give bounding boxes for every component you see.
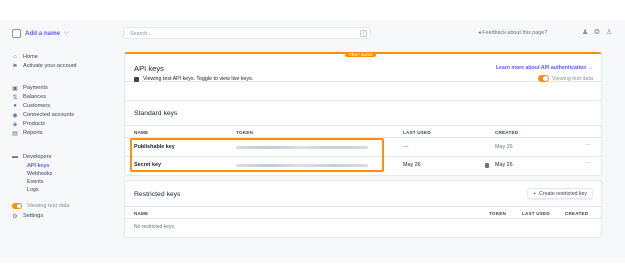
column-header-name: NAME [134, 130, 149, 135]
search-shortcut-key: / [360, 30, 367, 37]
customers-icon: ● [13, 103, 17, 109]
divider [125, 125, 601, 126]
connected-accounts-icon: ◉ [12, 112, 18, 119]
create-restricted-key-button[interactable]: + Create restricted key [527, 188, 593, 199]
last-used-value: — [403, 144, 409, 150]
home-icon: ⌂ [13, 54, 17, 60]
sidebar-item-label: Activate your account [23, 63, 77, 69]
toggle-switch-icon [538, 75, 550, 82]
help-icon[interactable]: ❂ [594, 28, 600, 36]
sidebar-item-balances[interactable]: ⇅ Balances [12, 93, 46, 101]
column-header-last-used: LAST USED [522, 211, 550, 216]
sidebar-item-payments[interactable]: ▣ Payments [12, 84, 48, 92]
more-options-icon[interactable]: ··· [585, 142, 591, 148]
payments-icon: ▣ [12, 85, 18, 92]
account-logo-icon [12, 28, 21, 38]
lock-icon [485, 163, 489, 168]
sidebar-item-connected-accounts[interactable]: ◉ Connected accounts [12, 111, 74, 119]
sidebar-item-label: Balances [23, 94, 47, 100]
sidebar-subitem-logs[interactable]: Logs [27, 187, 39, 193]
sidebar: Add a name ⌵ ⌂ Home ⚑ Activate your acco… [0, 20, 116, 263]
page-title: API keys [134, 64, 164, 73]
sidebar-subitem-webhooks[interactable]: Webhooks [27, 171, 52, 177]
viewing-test-data-toggle[interactable]: Viewing test data [538, 75, 593, 82]
learn-more-link[interactable]: Learn more about API authentication → [496, 65, 593, 71]
chevron-down-icon: ⌵ [64, 29, 69, 36]
feedback-label: Feedback about this page? [482, 30, 548, 36]
divider [125, 206, 601, 207]
column-header-token: TOKEN [489, 211, 506, 216]
sidebar-test-data-toggle[interactable]: Viewing test data [12, 202, 70, 210]
sidebar-item-settings[interactable]: ⚙ Settings [12, 212, 43, 220]
sidebar-item-label: Customers [23, 103, 51, 109]
section-title: Standard keys [134, 110, 178, 117]
created-value: May 26 [495, 162, 513, 168]
last-used-value: May 26 [403, 162, 421, 168]
reports-icon: ▤ [12, 130, 18, 137]
balances-icon: ⇅ [12, 94, 18, 101]
sidebar-item-customers[interactable]: ● Customers [12, 102, 50, 110]
info-icon [134, 76, 139, 82]
sidebar-item-home[interactable]: ⌂ Home [12, 53, 38, 61]
dashboard: Add a name ⌵ ⌂ Home ⚑ Activate your acco… [0, 20, 625, 263]
toggle-label: Viewing test data [552, 75, 593, 82]
sidebar-item-products[interactable]: ◈ Products [12, 120, 45, 128]
sidebar-item-label: Developers [23, 154, 52, 160]
created-value: May 26 [495, 144, 513, 150]
feedback-link[interactable]: ◂ Feedback about this page? [478, 30, 547, 36]
activate-icon: ⚑ [12, 63, 18, 70]
test-keys-notice: Viewing test API keys. Toggle to view li… [134, 76, 253, 82]
column-header-name: NAME [134, 211, 149, 216]
restricted-keys-card: Restricted keys + Create restricted key … [124, 180, 602, 238]
sidebar-item-developers[interactable]: ▬ Developers [12, 153, 51, 161]
sidebar-item-label: Home [23, 54, 38, 60]
sidebar-item-label: Connected accounts [23, 112, 74, 118]
search-input[interactable]: Search... / [123, 27, 371, 39]
gear-icon: ⚙ [12, 213, 18, 220]
notice-text: Viewing test API keys. Toggle to view li… [143, 76, 254, 82]
account-name: Add a name [25, 29, 61, 37]
sidebar-subitem-events[interactable]: Events [27, 179, 43, 185]
button-label: Create restricted key [539, 190, 587, 197]
products-icon: ◈ [12, 121, 18, 128]
search-placeholder: Search... [130, 30, 152, 37]
column-header-token: TOKEN [236, 130, 253, 135]
more-options-icon[interactable]: ··· [585, 160, 591, 166]
sidebar-item-label: Viewing test data [27, 203, 70, 209]
keys-highlight-box [130, 138, 384, 172]
sidebar-item-activate[interactable]: ⚑ Activate your account [12, 62, 76, 70]
plus-icon: + [533, 190, 537, 197]
column-header-created: CREATED [565, 211, 589, 216]
notifications-bell-icon[interactable]: ♟ [582, 28, 588, 36]
sidebar-item-label: Reports [23, 130, 43, 136]
sidebar-subitem-api-keys[interactable]: API keys [27, 163, 49, 169]
sidebar-item-label: Payments [23, 85, 48, 91]
empty-state-text: No restricted keys [134, 224, 175, 230]
profile-icon[interactable]: ♙ [606, 28, 612, 36]
sidebar-item-label: Products [23, 121, 46, 127]
account-switcher[interactable]: Add a name ⌵ [12, 28, 69, 38]
section-title: Restricted keys [134, 191, 181, 198]
divider [125, 218, 601, 219]
sidebar-item-label: Settings [23, 213, 44, 219]
toggle-switch-icon [12, 203, 22, 209]
column-header-last-used: LAST USED [403, 130, 431, 135]
sidebar-item-reports[interactable]: ▤ Reports [12, 129, 43, 137]
column-header-created: CREATED [495, 130, 519, 135]
test-data-badge: TEST DATA [345, 52, 377, 57]
developers-icon: ▬ [12, 154, 18, 160]
